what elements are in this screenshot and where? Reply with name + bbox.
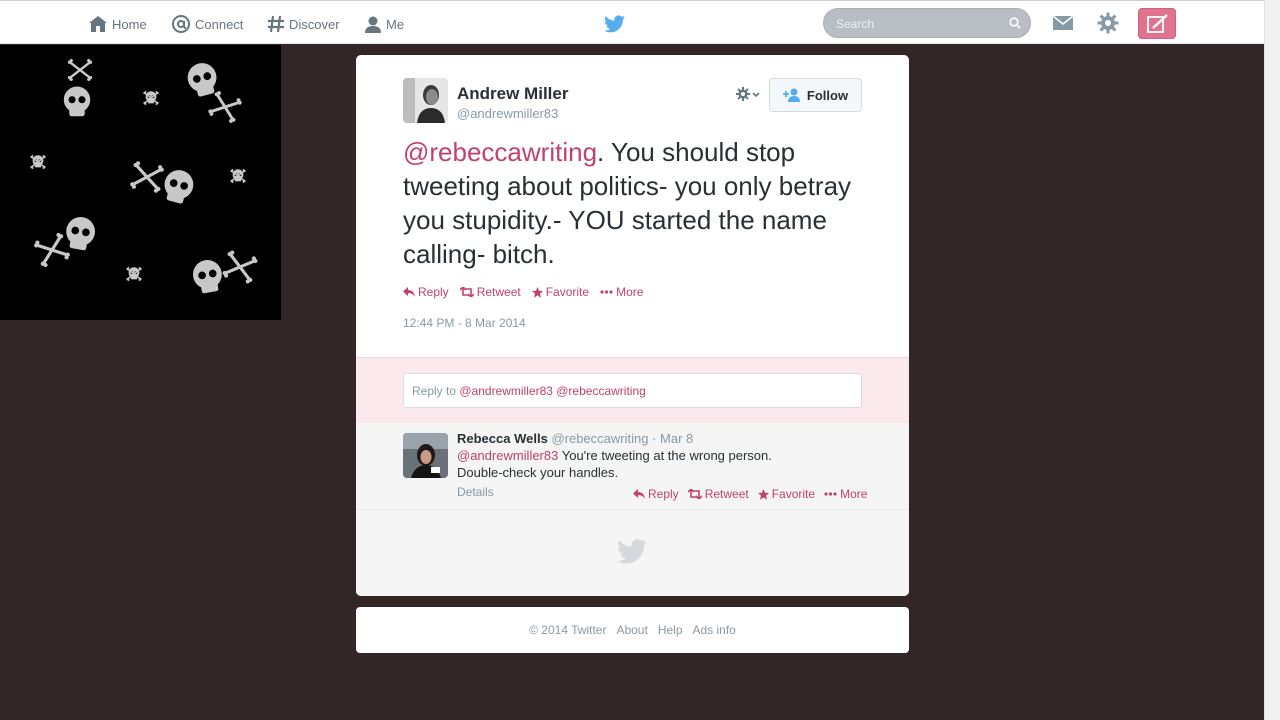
twitter-bird-footer-icon <box>617 539 647 569</box>
more-label: More <box>616 285 644 299</box>
reply-tweet-actions: Reply Retweet Favorite More <box>633 487 876 501</box>
reply-mentions: @andrewmiller83 @rebeccawriting <box>459 384 646 398</box>
reply-text-line1: You're tweeting at the wrong person. <box>558 448 772 463</box>
reply-mention-link[interactable]: @andrewmiller83 <box>457 448 558 463</box>
retweet-action[interactable]: Retweet <box>687 487 749 501</box>
site-footer: © 2014 Twitter About Help Ads info <box>356 607 909 653</box>
compose-quill-icon <box>1147 14 1168 33</box>
compose-tweet-button[interactable] <box>1138 8 1176 39</box>
reply-text-line2: Double-check your handles. <box>457 465 619 480</box>
search-input[interactable] <box>834 15 1003 33</box>
more-dots-icon <box>600 290 613 294</box>
nav-me[interactable]: Me <box>364 13 404 35</box>
nav-discover-label: Discover <box>289 16 340 32</box>
retweet-action[interactable]: Retweet <box>459 285 521 299</box>
reply-tweet[interactable]: Rebecca Wells @rebeccawriting · Mar 8 @a… <box>356 423 909 510</box>
reply-details-link[interactable]: Details <box>457 485 494 499</box>
settings-gear-icon[interactable] <box>1097 12 1119 34</box>
star-icon <box>757 488 769 500</box>
favorite-label: Favorite <box>771 487 816 501</box>
more-dots-icon <box>824 492 837 496</box>
nav-discover[interactable]: Discover <box>267 13 340 35</box>
reply-area: Reply to @andrewmiller83 @rebeccawriting <box>356 357 909 424</box>
follow-user-icon <box>782 88 800 102</box>
user-icon <box>365 16 381 33</box>
at-sign-icon <box>172 15 190 33</box>
tweet-mention-link[interactable]: @rebeccawriting <box>403 137 597 167</box>
nav-home[interactable]: Home <box>88 13 147 35</box>
nav-home-label: Home <box>112 16 147 32</box>
nav-connect-label: Connect <box>195 16 244 32</box>
reply-label: Reply <box>648 487 679 501</box>
search-box[interactable] <box>823 8 1031 38</box>
avatar[interactable] <box>403 78 448 123</box>
retweet-icon <box>687 489 702 499</box>
profile-background-image <box>0 45 281 320</box>
reply-author-fullname[interactable]: Rebecca Wells <box>457 431 548 446</box>
tweet-text: @rebeccawriting. You should stop tweetin… <box>403 135 853 271</box>
author-handle[interactable]: @andrewmiller83 <box>457 106 558 121</box>
more-action[interactable]: More <box>600 285 643 299</box>
retweet-label: Retweet <box>476 285 521 299</box>
reply-arrow-icon <box>403 287 415 297</box>
favorite-action[interactable]: Favorite <box>757 487 816 501</box>
follow-button[interactable]: Follow <box>769 78 862 112</box>
reply-prefix: Reply to <box>412 384 460 398</box>
gear-dropdown-icon <box>736 87 760 101</box>
author-fullname[interactable]: Andrew Miller <box>457 84 568 104</box>
retweet-label: Retweet <box>704 487 749 501</box>
reply-header: Rebecca Wells @rebeccawriting · Mar 8 <box>457 431 693 446</box>
direct-messages-icon[interactable] <box>1052 14 1074 32</box>
avatar[interactable] <box>403 433 448 478</box>
reply-arrow-icon <box>633 489 645 499</box>
more-label: More <box>840 487 868 501</box>
top-navigation-bar: Home Connect Discover Me <box>0 0 1264 44</box>
reply-action[interactable]: Reply <box>633 487 679 501</box>
footer-help-link[interactable]: Help <box>658 623 683 637</box>
reply-action[interactable]: Reply <box>403 285 449 299</box>
retweet-icon <box>459 287 474 297</box>
tweet-actions: Reply Retweet Favorite More <box>403 285 654 299</box>
footer-ads-info-link[interactable]: Ads info <box>693 623 736 637</box>
replies-section: Rebecca Wells @rebeccawriting · Mar 8 @a… <box>356 423 909 596</box>
home-icon <box>89 16 107 32</box>
page-scrollbar[interactable] <box>1264 0 1280 720</box>
reply-label: Reply <box>418 285 449 299</box>
star-icon <box>531 286 543 298</box>
follow-button-label: Follow <box>806 87 849 103</box>
more-action[interactable]: More <box>824 487 867 501</box>
nav-me-label: Me <box>386 16 405 32</box>
tweet-timestamp: 12:44 PM - 8 Mar 2014 <box>403 316 526 330</box>
reply-date[interactable]: · Mar 8 <box>652 431 693 446</box>
favorite-label: Favorite <box>545 285 590 299</box>
nav-connect[interactable]: Connect <box>171 13 243 35</box>
search-icon[interactable] <box>1009 17 1021 29</box>
tweet-permalink-card: Andrew Miller @andrewmiller83 Follow @re… <box>356 55 909 596</box>
footer-about-link[interactable]: About <box>616 623 647 637</box>
footer-copyright: © 2014 Twitter <box>529 623 607 637</box>
user-actions-dropdown[interactable] <box>736 87 764 108</box>
twitter-bird-logo-icon[interactable] <box>604 15 625 38</box>
reply-text: @andrewmiller83 You're tweeting at the w… <box>457 447 857 481</box>
hashtag-icon <box>268 15 284 33</box>
reply-input[interactable]: Reply to @andrewmiller83 @rebeccawriting <box>403 373 862 408</box>
favorite-action[interactable]: Favorite <box>531 285 590 299</box>
reply-author-handle[interactable]: @rebeccawriting <box>551 431 648 446</box>
